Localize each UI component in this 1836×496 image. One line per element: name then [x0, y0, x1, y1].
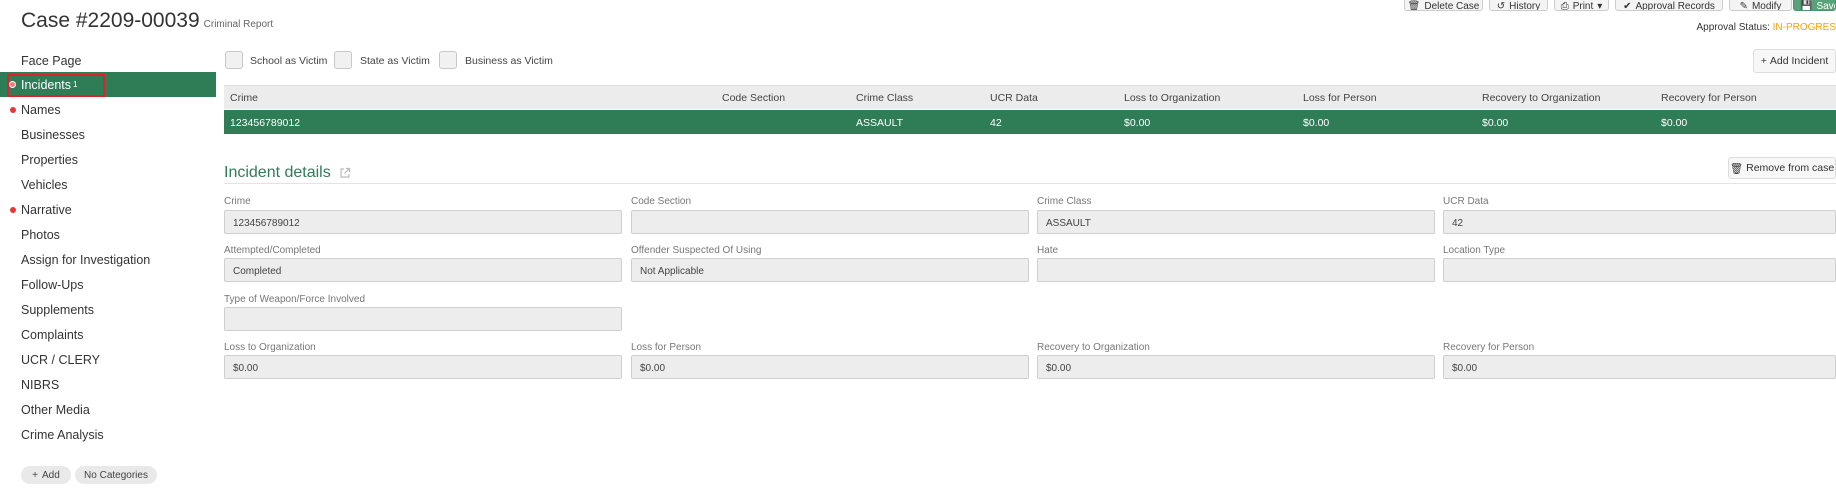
edit-icon: ✎ [1739, 0, 1748, 11]
loss-for-person-field[interactable]: $0.00 [631, 355, 1029, 379]
loss-to-organization-label: Loss to Organization [224, 342, 316, 353]
required-dot-icon [10, 107, 16, 113]
sidebar-item-complaints[interactable]: Complaints [0, 322, 216, 347]
column-header-loss-for-person[interactable]: Loss for Person [1303, 92, 1377, 104]
sidebar-item-photos[interactable]: Photos [0, 222, 216, 247]
remove-from-case-button[interactable]: 🗑 Remove from case [1728, 157, 1836, 179]
column-header-code-section[interactable]: Code Section [722, 92, 785, 104]
no-categories-badge: No Categories [75, 466, 157, 484]
external-link-icon[interactable] [339, 167, 351, 179]
save-icon: 💾 [1800, 0, 1813, 11]
column-header-ucr-data[interactable]: UCR Data [990, 92, 1038, 104]
column-header-crime[interactable]: Crime [230, 92, 258, 104]
table-cell-crime: 123456789012 [230, 117, 301, 129]
code-section-label: Code Section [631, 196, 692, 207]
table-cell-recovery-to-organization: $0.00 [1482, 117, 1509, 129]
column-header-crime-class[interactable]: Crime Class [856, 92, 913, 104]
approval-records-button[interactable]: ✔ Approval Records [1615, 0, 1723, 11]
history-icon: ↺ [1496, 0, 1506, 11]
code-section-field[interactable] [631, 210, 1029, 234]
approval-status-label: Approval Status: [1696, 22, 1770, 33]
printer-icon: ⎙ [1560, 0, 1569, 11]
case-title: Case #2209-00039 [21, 9, 200, 32]
table-cell-crime-class: ASSAULT [856, 117, 904, 129]
recovery-for-person-field[interactable]: $0.00 [1443, 355, 1836, 379]
business-as-victim-checkbox[interactable] [439, 51, 457, 69]
crime-label: Crime [224, 196, 251, 207]
incident-details-heading: Incident details [224, 164, 351, 182]
recovery-for-person-label: Recovery for Person [1443, 342, 1535, 353]
save-button[interactable]: 💾Save [1793, 0, 1836, 11]
table-row[interactable] [224, 110, 1836, 134]
sidebar-item-vehicles[interactable]: Vehicles [0, 172, 216, 197]
table-cell-loss-for-person: $0.00 [1303, 117, 1330, 129]
crime-class-label: Crime Class [1037, 196, 1092, 207]
hate-label: Hate [1037, 245, 1059, 256]
sidebar-item-narrative[interactable]: Narrative [0, 197, 216, 222]
table-cell-ucr-data: 42 [990, 117, 1002, 129]
history-button[interactable]: ↺ History [1489, 0, 1548, 11]
sidebar-item-properties[interactable]: Properties [0, 147, 216, 172]
hate-field[interactable] [1037, 258, 1435, 282]
sidebar-item-nibrs[interactable]: NIBRS [0, 372, 216, 397]
sidebar-item-other-media[interactable]: Other Media [0, 397, 216, 422]
ucr-data-field[interactable]: 42 [1443, 210, 1836, 234]
case-subtitle: Criminal Report [203, 19, 274, 30]
attempted-completed-label: Attempted/Completed [224, 245, 321, 256]
business-as-victim-label: Business as Victim [465, 55, 553, 67]
column-header-recovery-to-organization[interactable]: Recovery to Organization [1482, 92, 1600, 104]
school-as-victim-label: School as Victim [250, 55, 328, 67]
column-header-loss-to-organization[interactable]: Loss to Organization [1124, 92, 1220, 104]
location-type-label: Location Type [1443, 245, 1506, 256]
offender-suspected-label: Offender Suspected Of Using [631, 245, 762, 256]
crime-field[interactable]: 123456789012 [224, 210, 622, 234]
plus-icon: + [32, 469, 39, 481]
sidebar-item-crime-analysis[interactable]: Crime Analysis [0, 422, 216, 447]
sidebar-item-ucr-clery[interactable]: UCR / CLERY [0, 347, 216, 372]
trash-icon: 🗑 [1729, 162, 1744, 175]
selection-highlight [7, 74, 105, 97]
offender-suspected-field[interactable]: Not Applicable [631, 258, 1029, 282]
approval-status: Approval Status: IN-PROGRES [1697, 22, 1836, 33]
recovery-to-organization-field[interactable]: $0.00 [1037, 355, 1435, 379]
loss-to-organization-field[interactable]: $0.00 [224, 355, 622, 379]
approval-status-value: IN-PROGRES [1772, 22, 1836, 33]
state-as-victim-label: State as Victim [360, 55, 430, 67]
print-button[interactable]: ⎙ Print ▾ [1554, 0, 1609, 11]
sidebar-item-face-page[interactable]: Face Page [0, 48, 216, 73]
caret-down-icon: ▾ [1597, 0, 1603, 11]
check-icon: ✔ [1623, 0, 1632, 11]
sidebar-item-businesses[interactable]: Businesses [0, 122, 216, 147]
trash-icon: 🗑 [1407, 0, 1421, 11]
column-header-recovery-for-person[interactable]: Recovery for Person [1661, 92, 1757, 104]
recovery-to-organization-label: Recovery to Organization [1037, 342, 1150, 353]
loss-for-person-label: Loss for Person [631, 342, 702, 353]
state-as-victim-checkbox[interactable] [334, 51, 352, 69]
school-as-victim-checkbox[interactable] [225, 51, 243, 69]
location-type-field[interactable] [1443, 258, 1836, 282]
ucr-data-label: UCR Data [1443, 196, 1489, 207]
add-incident-button[interactable]: + Add Incident [1753, 49, 1836, 73]
divider [224, 183, 1836, 184]
page-title: Case #2209-00039 Criminal Report [21, 9, 273, 33]
attempted-completed-field[interactable]: Completed [224, 258, 622, 282]
table-cell-recovery-for-person: $0.00 [1661, 117, 1688, 129]
delete-case-button[interactable]: 🗑 Delete Case [1404, 0, 1483, 11]
table-cell-loss-to-organization: $0.00 [1124, 117, 1151, 129]
required-dot-icon [10, 207, 16, 213]
modify-button[interactable]: ✎ Modify [1729, 0, 1792, 11]
sidebar-item-assign-for-investigation[interactable]: Assign for Investigation [0, 247, 216, 272]
add-category-button[interactable]: + Add [21, 466, 71, 484]
sidebar-item-supplements[interactable]: Supplements [0, 297, 216, 322]
crime-class-field[interactable]: ASSAULT [1037, 210, 1435, 234]
sidebar-item-names[interactable]: Names [0, 97, 216, 122]
plus-icon: + [1760, 55, 1767, 67]
sidebar-item-follow-ups[interactable]: Follow-Ups [0, 272, 216, 297]
weapon-force-label: Type of Weapon/Force Involved [224, 294, 366, 305]
weapon-force-field[interactable] [224, 307, 622, 331]
